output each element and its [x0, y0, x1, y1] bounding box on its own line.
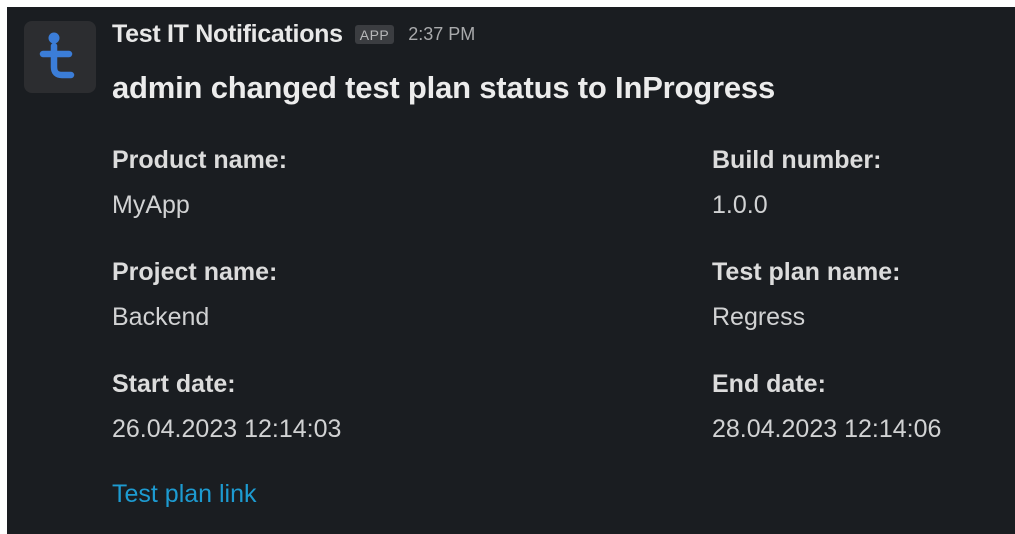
field-label: Product name:	[112, 146, 288, 174]
field-product-name: Product name: MyApp	[112, 145, 287, 220]
field-label: Test plan name:	[712, 258, 901, 286]
field-end-date: End date: 28.04.2023 12:14:06	[712, 369, 941, 444]
field-build-number: Build number: 1.0.0	[712, 145, 881, 220]
app-badge: APP	[354, 25, 395, 44]
field-value: Regress	[712, 303, 806, 331]
field-value: MyApp	[112, 191, 190, 219]
field-value: 28.04.2023 12:14:06	[712, 415, 942, 443]
field-label: End date:	[712, 370, 826, 398]
message-timestamp[interactable]: 2:37 PM	[408, 24, 475, 45]
test-it-logo-icon[interactable]	[24, 21, 96, 93]
message-header: Test IT Notifications APP 2:37 PM	[112, 20, 475, 49]
test-plan-link[interactable]: Test plan link	[112, 480, 257, 509]
message-title: admin changed test plan status to InProg…	[112, 70, 775, 105]
field-value: Backend	[112, 303, 210, 331]
field-value: 1.0.0	[712, 191, 768, 219]
field-project-name: Project name: Backend	[112, 257, 277, 332]
field-label: Project name:	[112, 258, 278, 286]
field-test-plan-name: Test plan name: Regress	[712, 257, 900, 332]
sender-name[interactable]: Test IT Notifications	[112, 20, 343, 49]
field-label: Start date:	[112, 370, 236, 398]
field-start-date: Start date: 26.04.2023 12:14:03	[112, 369, 341, 444]
field-label: Build number:	[712, 146, 882, 174]
field-value: 26.04.2023 12:14:03	[112, 415, 342, 443]
notification-message: Test IT Notifications APP 2:37 PM admin …	[7, 7, 1015, 534]
